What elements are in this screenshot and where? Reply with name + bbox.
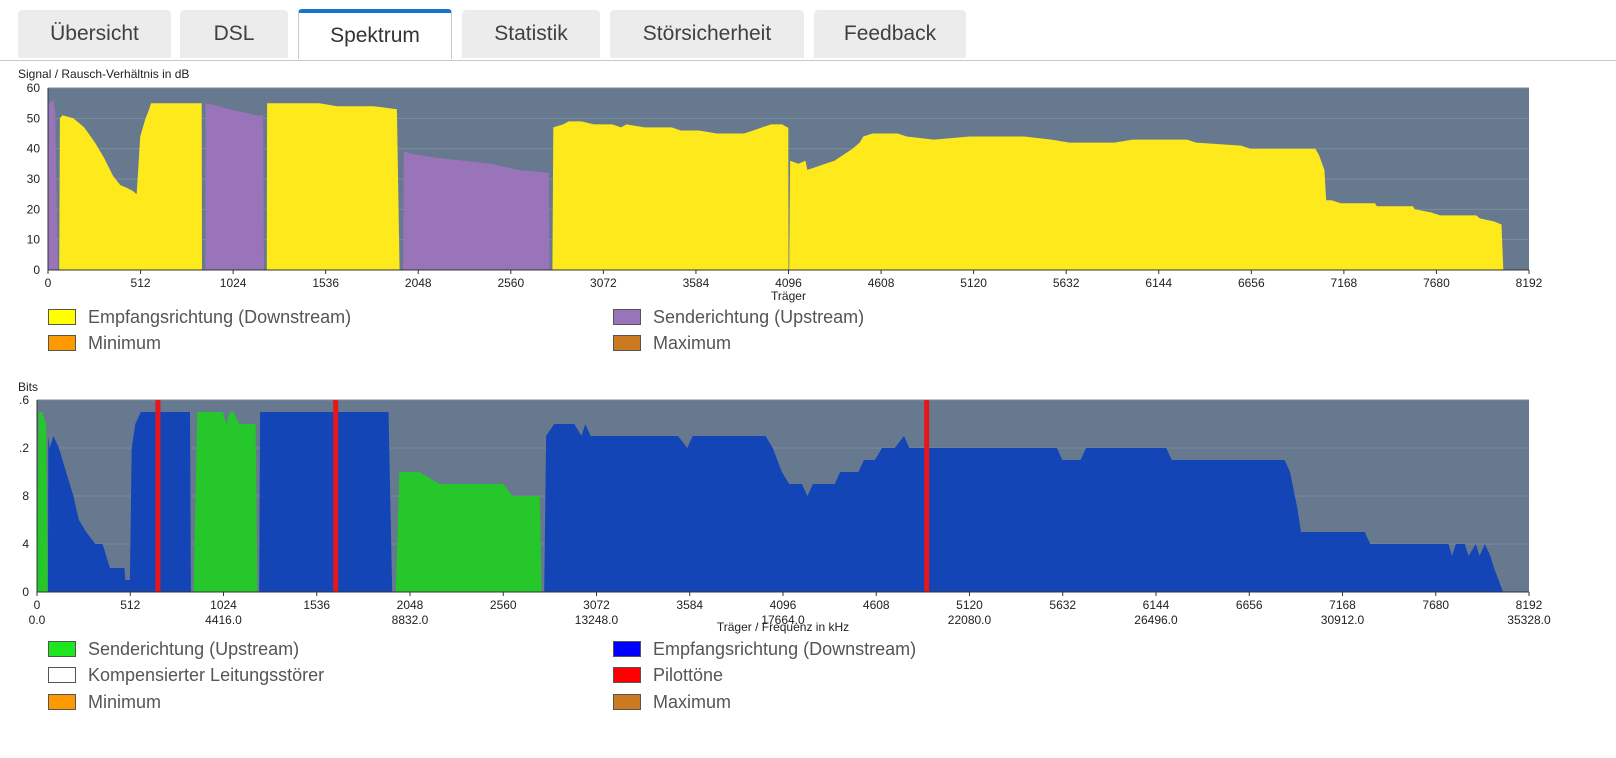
pilot-tone-marker xyxy=(333,400,339,592)
x-tick-label: 4096 xyxy=(770,598,797,612)
freq-tick-label: 0.0 xyxy=(29,613,46,627)
x-tick-label: 512 xyxy=(120,598,140,612)
legend-swatch xyxy=(613,667,641,683)
legend-label: Senderichtung (Upstream) xyxy=(88,638,300,659)
legend-item-downstream-bits[interactable]: Empfangsrichtung (Downstream) xyxy=(613,638,916,660)
x-tick-label: 7168 xyxy=(1329,598,1356,612)
y-tick-label: .2 xyxy=(19,441,29,455)
freq-tick-label: 8832.0 xyxy=(392,613,429,627)
y-tick-label: 4 xyxy=(22,537,29,551)
y-tick-label: .6 xyxy=(19,393,29,407)
x-tick-label: 5120 xyxy=(956,598,983,612)
freq-tick-label: 30912.0 xyxy=(1321,613,1365,627)
x-tick-label: 4608 xyxy=(863,598,890,612)
x-tick-label: 1024 xyxy=(210,598,237,612)
freq-tick-label: 13248.0 xyxy=(575,613,619,627)
x-tick-label: 5632 xyxy=(1049,598,1076,612)
legend-swatch xyxy=(613,694,641,710)
series-area-upstream_bits xyxy=(193,412,258,592)
freq-tick-label: 35328.0 xyxy=(1507,613,1551,627)
legend-item-upstream-bits[interactable]: Senderichtung (Upstream) xyxy=(48,638,299,660)
x-tick-label: 2560 xyxy=(490,598,517,612)
pilot-tone-marker xyxy=(924,400,930,592)
legend-swatch xyxy=(613,641,641,657)
x-axis-label: Träger / Frequenz in kHz xyxy=(717,620,849,634)
freq-tick-label: 22080.0 xyxy=(948,613,992,627)
y-tick-label: 8 xyxy=(22,489,29,503)
legend-label: Maximum xyxy=(653,691,732,712)
x-tick-label: 3584 xyxy=(676,598,703,612)
freq-tick-label: 26496.0 xyxy=(1134,613,1178,627)
y-tick-label: 0 xyxy=(22,585,29,599)
freq-tick-label: 4416.0 xyxy=(205,613,242,627)
legend-item-maximum-bits[interactable]: Maximum xyxy=(613,691,731,713)
legend-item-compensated[interactable]: Kompensierter Leitungsstörer xyxy=(48,664,324,686)
x-tick-label: 0 xyxy=(34,598,41,612)
x-tick-label: 6144 xyxy=(1143,598,1170,612)
legend-label: Pilottöne xyxy=(653,664,724,685)
legend-item-pilot[interactable]: Pilottöne xyxy=(613,664,723,686)
x-tick-label: 3072 xyxy=(583,598,610,612)
legend-item-minimum-bits[interactable]: Minimum xyxy=(48,691,161,713)
legend-label: Empfangsrichtung (Downstream) xyxy=(653,638,917,659)
legend-swatch xyxy=(48,667,76,683)
series-area-downstream_bits xyxy=(259,412,393,592)
pilot-tone-marker xyxy=(155,400,161,592)
x-tick-label: 7680 xyxy=(1422,598,1449,612)
x-tick-label: 8192 xyxy=(1516,598,1543,612)
x-tick-label: 6656 xyxy=(1236,598,1263,612)
bits-chart: 0 4 8 .2 .6 0 512 1024 1536 2048 2560 3072 3584 4096 4… xyxy=(19,393,1551,634)
legend-label: Minimum xyxy=(88,691,162,712)
x-tick-label: 1536 xyxy=(303,598,330,612)
legend-swatch xyxy=(48,694,76,710)
legend-swatch xyxy=(48,641,76,657)
x-tick-label: 2048 xyxy=(397,598,424,612)
legend-label: Kompensierter Leitungsstörer xyxy=(88,664,325,685)
